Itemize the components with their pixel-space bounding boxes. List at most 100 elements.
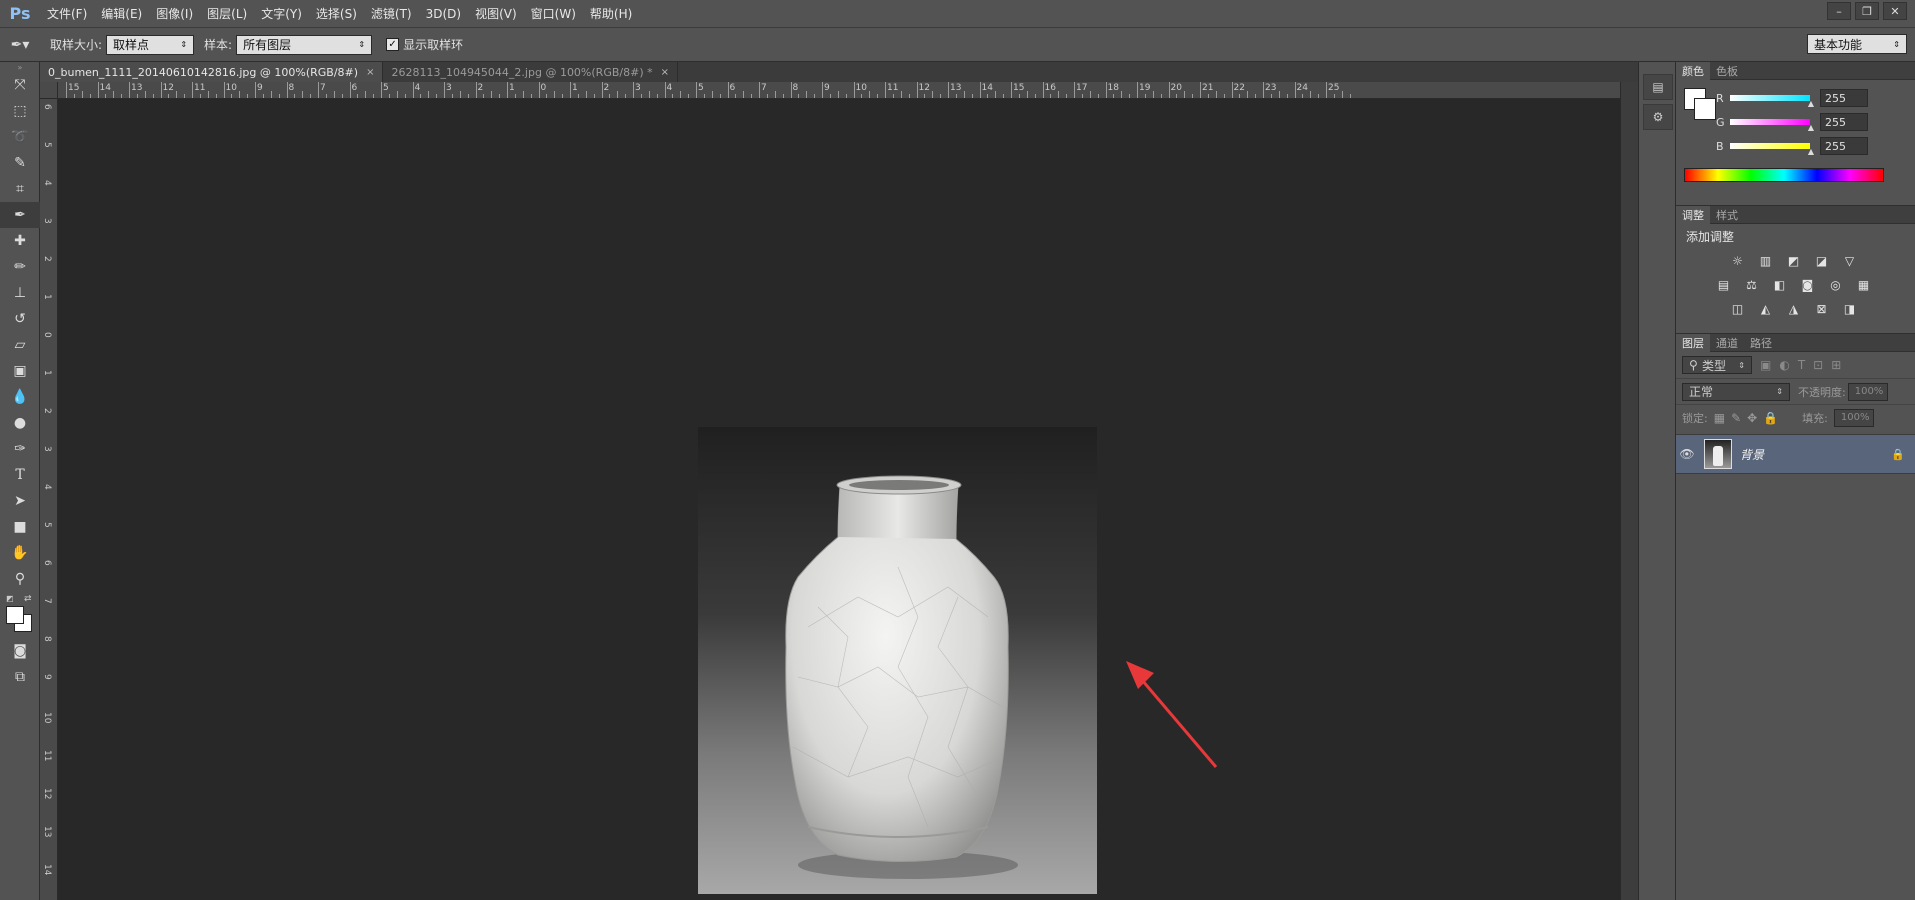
menu-item-6[interactable]: 滤镜(T) [364,0,419,28]
adjustment-2-3-icon[interactable]: ◙ [1799,277,1817,293]
properties-panel-icon[interactable]: ⚙ [1643,104,1673,130]
adjustment-1-3-icon[interactable]: ◪ [1813,253,1831,269]
vertical-scrollbar[interactable] [1620,82,1638,900]
channel-value-input[interactable]: 255 [1820,113,1868,131]
horizontal-ruler[interactable]: 15 14 13 12 11 10 9 8 7 6 5 4 3 2 1 0 1 2 3 4 5 6 7 8 9 10 11 12 13 1… [58,82,1638,99]
adjustment-3-3-icon[interactable]: ⊠ [1813,301,1831,317]
workspace-select[interactable]: 基本功能 ⇕ [1807,34,1907,54]
channel-value-input[interactable]: 255 [1820,137,1868,155]
canvas-area[interactable] [58,99,1620,900]
close-tab-icon[interactable]: × [661,67,669,78]
menu-item-4[interactable]: 文字(Y) [254,0,309,28]
history-brush-tool-icon[interactable]: ↺ [0,306,40,332]
lock-transparent-icon[interactable]: ▦ [1714,411,1725,425]
quick-mask-icon[interactable]: ◙ [0,638,40,664]
menu-item-1[interactable]: 编辑(E) [94,0,149,28]
tab-paths[interactable]: 路径 [1744,334,1778,352]
adjustment-3-1-icon[interactable]: ◭ [1757,301,1775,317]
collapse-icon[interactable]: » [0,62,40,72]
clone-stamp-tool-icon[interactable]: ⊥ [0,280,40,306]
filter-adjustment-icon[interactable]: ◐ [1779,358,1789,372]
adjustment-2-4-icon[interactable]: ◎ [1827,277,1845,293]
tab-layers[interactable]: 图层 [1676,333,1710,352]
lasso-tool-icon[interactable]: ➰ [0,124,40,150]
close-tab-icon[interactable]: × [366,67,374,78]
layer-row-background[interactable]: 👁 背景 🔒 [1676,434,1915,474]
filter-pixel-icon[interactable]: ▣ [1760,358,1771,372]
adjustment-2-1-icon[interactable]: ⚖ [1743,277,1761,293]
background-color-swatch[interactable] [1694,98,1716,120]
adjustment-2-0-icon[interactable]: ▤ [1715,277,1733,293]
menu-item-3[interactable]: 图层(L) [200,0,254,28]
channel-slider[interactable]: ▲ [1730,119,1814,132]
channel-value-input[interactable]: 255 [1820,89,1868,107]
eye-visibility-icon[interactable]: 👁 [1676,447,1698,461]
lock-position-icon[interactable]: ✥ [1747,411,1757,425]
eyedropper-tool-icon[interactable]: ✒ [0,202,40,228]
ruler-origin[interactable] [40,82,58,99]
layer-filter-select[interactable]: ⚲ 类型 ⇕ [1682,356,1752,374]
quick-select-tool-icon[interactable]: ✎ [0,150,40,176]
swap-colors-icon[interactable]: ⇄ [24,594,32,604]
document-image[interactable] [698,427,1097,894]
blur-tool-icon[interactable]: 💧 [0,384,40,410]
gradient-tool-icon[interactable]: ▣ [0,358,40,384]
channel-slider[interactable]: ▲ [1730,95,1814,108]
zoom-tool-icon[interactable]: ⚲ [0,566,40,592]
eraser-tool-icon[interactable]: ▱ [0,332,40,358]
document-tab-2[interactable]: 2628113_104945044_2.jpg @ 100%(RGB/8#) *… [383,62,678,82]
move-tool-icon[interactable]: ⤧ [0,72,40,98]
default-colors-icon[interactable]: ◩ [6,594,14,603]
rectangle-tool-icon[interactable]: ■ [0,514,40,540]
adjustment-2-5-icon[interactable]: ▦ [1855,277,1873,293]
filter-smart-object-icon[interactable]: ⊞ [1831,358,1841,372]
document-tab-1[interactable]: 0_bumen_1111_20140610142816.jpg @ 100%(R… [40,62,384,82]
tab-channels[interactable]: 通道 [1710,334,1744,352]
fill-input[interactable]: 100% [1833,408,1874,427]
tab-styles[interactable]: 样式 [1710,206,1744,224]
healing-brush-tool-icon[interactable]: ✚ [0,228,40,254]
sample-select[interactable]: 所有图层 ⇕ [236,34,373,55]
restore-button[interactable]: ❐ [1855,2,1879,20]
history-panel-icon[interactable]: ▤ [1643,74,1673,100]
marquee-tool-icon[interactable]: ⬚ [0,98,40,124]
menu-item-10[interactable]: 帮助(H) [583,0,639,28]
adjustment-3-0-icon[interactable]: ◫ [1729,301,1747,317]
menu-item-0[interactable]: 文件(F) [40,0,94,28]
menu-item-7[interactable]: 3D(D) [419,0,468,28]
filter-type-icon[interactable]: T [1798,358,1805,372]
adjustment-1-1-icon[interactable]: ▥ [1757,253,1775,269]
adjustment-1-0-icon[interactable]: ☼ [1729,253,1747,269]
opacity-input[interactable]: 100% [1847,382,1888,401]
tab-swatches[interactable]: 色板 [1710,62,1744,80]
screen-mode-icon[interactable]: ⧉ [0,664,40,690]
show-sampling-ring-checkbox[interactable]: ✓ [386,38,400,51]
hand-tool-icon[interactable]: ✋ [0,540,40,566]
crop-tool-icon[interactable]: ⌗ [0,176,40,202]
blend-mode-select[interactable]: 正常 ⇕ [1682,382,1790,401]
filter-shape-icon[interactable]: ⊡ [1813,358,1823,372]
eyedropper-tool-preset-icon[interactable]: ✒▾ [0,37,40,53]
brush-tool-icon[interactable]: ✏ [0,254,40,280]
slider-thumb-icon[interactable]: ▲ [1808,147,1814,156]
slider-thumb-icon[interactable]: ▲ [1808,99,1814,108]
adjustment-1-2-icon[interactable]: ◩ [1785,253,1803,269]
sample-size-select[interactable]: 取样点 ⇕ [106,34,195,55]
lock-all-icon[interactable]: 🔒 [1763,411,1778,425]
path-selection-tool-icon[interactable]: ➤ [0,488,40,514]
minimize-button[interactable]: – [1827,2,1851,20]
menu-item-5[interactable]: 选择(S) [309,0,364,28]
foreground-color-swatch[interactable] [6,606,24,624]
dodge-tool-icon[interactable]: ● [0,410,40,436]
vertical-ruler[interactable]: 6 5 4 3 2 1 0 1 2 3 4 5 6 7 8 9 10 11 12 13 14 [40,82,58,900]
tab-adjustments[interactable]: 调整 [1676,205,1710,224]
adjustment-3-2-icon[interactable]: ◮ [1785,301,1803,317]
adjustment-3-4-icon[interactable]: ◨ [1841,301,1859,317]
lock-pixels-icon[interactable]: ✎ [1731,411,1741,425]
slider-thumb-icon[interactable]: ▲ [1808,123,1814,132]
color-spectrum-bar[interactable] [1684,168,1884,182]
menu-item-9[interactable]: 窗口(W) [524,0,583,28]
type-tool-icon[interactable]: T [0,462,40,488]
pen-tool-icon[interactable]: ✑ [0,436,40,462]
menu-item-8[interactable]: 视图(V) [468,0,524,28]
